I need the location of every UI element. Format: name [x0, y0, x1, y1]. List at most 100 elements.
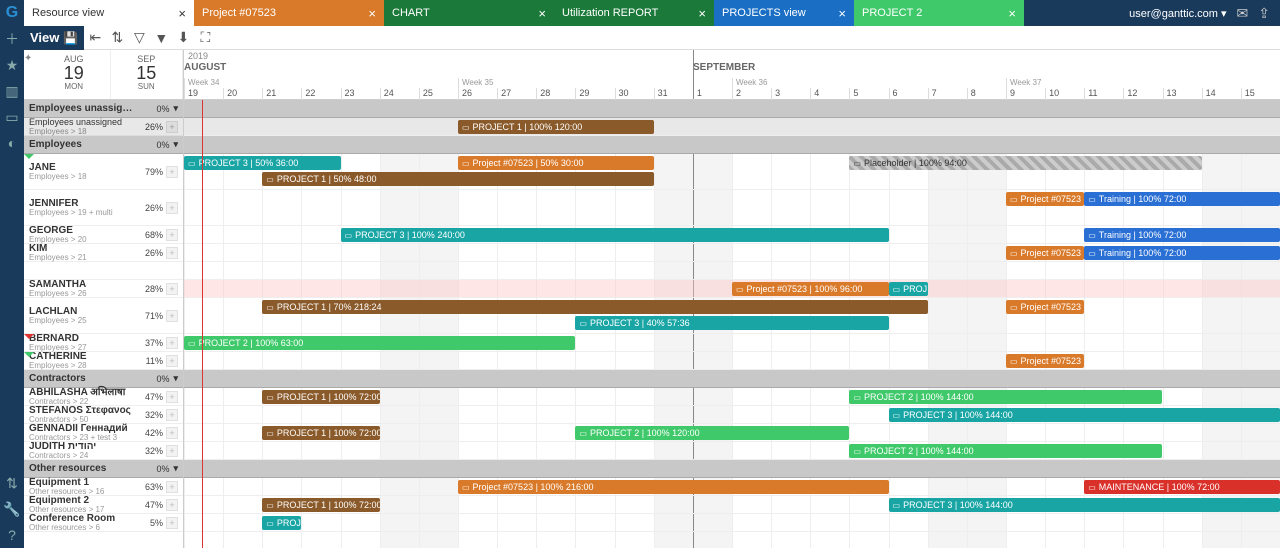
row-3[interactable]: JANEEmployees > 1879%+: [24, 154, 183, 190]
row-13[interactable]: ABHILASHA अभिलाषाContractors > 2247%+: [24, 388, 183, 406]
indent-icon[interactable]: ⇤: [84, 26, 106, 50]
close-icon[interactable]: ×: [1008, 6, 1016, 21]
tab-2[interactable]: CHART×: [384, 0, 554, 26]
chevron-down-icon[interactable]: ▾: [173, 139, 178, 150]
task-bar[interactable]: ▭Project #07523 |…: [1006, 354, 1084, 368]
task-bar[interactable]: ▭PROJECT 2 | 100% 144:00: [849, 390, 1162, 404]
add-task-button[interactable]: +: [166, 337, 178, 349]
row-18[interactable]: Equipment 1Other resources > 1663%+: [24, 478, 183, 496]
export-icon[interactable]: ⬇: [172, 26, 194, 50]
add-task-button[interactable]: +: [166, 310, 178, 322]
task-bar[interactable]: ▭PROJECT 1 | 100% 72:00: [262, 498, 379, 512]
chevron-down-icon[interactable]: ▾: [173, 463, 178, 474]
row-9[interactable]: LACHLANEmployees > 2571%+: [24, 298, 183, 334]
task-bar[interactable]: ▭PROJECT 3 | 40% 57:36: [575, 316, 888, 330]
row-11[interactable]: CATHERINEEmployees > 2811%+: [24, 352, 183, 370]
task-bar[interactable]: ▭Project #07523 |…: [1006, 192, 1084, 206]
row-16[interactable]: JUDITH יהודיתContractors > 2432%+: [24, 442, 183, 460]
task-bar[interactable]: ▭PROJECT 2 | 100% 144:00: [849, 444, 1162, 458]
task-bar[interactable]: ▭Training | 100% 72:00: [1084, 246, 1280, 260]
task-bar[interactable]: ▭PROJECT 3 | 100% 240:00: [341, 228, 889, 242]
filter2-icon[interactable]: ▼: [150, 26, 172, 50]
settings-icon[interactable]: 🔧: [0, 496, 24, 522]
task-bar[interactable]: ▭PROJ…: [262, 516, 301, 530]
chart-icon[interactable]: ▥: [0, 78, 24, 104]
row-20[interactable]: Conference RoomOther resources > 65%+: [24, 514, 183, 532]
task-bar[interactable]: ▭PROJECT 1 | 70% 218:24: [262, 300, 927, 314]
tab-3[interactable]: Utilization REPORT×: [554, 0, 714, 26]
range-settings-icon[interactable]: ✦: [24, 50, 38, 99]
task-bar[interactable]: ▭PROJECT 3 | 100% 144:00: [889, 408, 1280, 422]
row-15[interactable]: GENNADII ГеннадийContractors > 23 + test…: [24, 424, 183, 442]
task-bar[interactable]: ▭Project #07523 |…: [1006, 300, 1084, 314]
task-bar[interactable]: ▭MAINTENANCE | 100% 72:00: [1084, 480, 1280, 494]
add-task-button[interactable]: +: [166, 166, 178, 178]
filter1-icon[interactable]: ▽: [128, 26, 150, 50]
row-6[interactable]: KIMEmployees > 2126%+: [24, 244, 183, 262]
calendar-icon[interactable]: ▭: [0, 104, 24, 130]
task-bar[interactable]: ▭PROJECT 1 | 100% 72:00: [262, 426, 379, 440]
add-task-button[interactable]: +: [166, 409, 178, 421]
start-date[interactable]: AUG 19 MON: [38, 50, 111, 99]
user-label[interactable]: user@ganttic.com ▾: [1129, 7, 1226, 20]
tab-5[interactable]: PROJECT 2×: [854, 0, 1024, 26]
add-task-button[interactable]: +: [166, 391, 178, 403]
task-bar[interactable]: ▭Placeholder | 100% 94:00: [849, 156, 1201, 170]
tab-4[interactable]: PROJECTS view×: [714, 0, 854, 26]
task-bar[interactable]: ▭Project #07523 |…: [1006, 246, 1084, 260]
help-icon[interactable]: ?: [0, 522, 24, 548]
task-bar[interactable]: ▭PROJECT 2 | 100% 63:00: [184, 336, 575, 350]
row-2[interactable]: Employees0%▾: [24, 136, 183, 154]
close-icon[interactable]: ×: [538, 6, 546, 21]
add-task-button[interactable]: +: [166, 445, 178, 457]
task-bar[interactable]: ▭Project #07523 | 100% 96:00: [732, 282, 889, 296]
sort-icon[interactable]: ⇅: [106, 26, 128, 50]
add-task-button[interactable]: +: [166, 247, 178, 259]
star-icon[interactable]: ★: [0, 52, 24, 78]
row-14[interactable]: STEFANOS ΣτεφανοςContractors > 5032%+: [24, 406, 183, 424]
row-10[interactable]: BERNARDEmployees > 2737%+: [24, 334, 183, 352]
usb-icon[interactable]: ⇅: [0, 470, 24, 496]
view-button[interactable]: View 💾: [24, 26, 84, 50]
close-icon[interactable]: ×: [698, 6, 706, 21]
task-bar[interactable]: ▭PROJECT 3 | 50% 36:00: [184, 156, 341, 170]
timeline-body[interactable]: ▭PROJECT 1 | 100% 120:00 ▭PROJECT 3 | 50%…: [184, 100, 1280, 548]
chevron-down-icon[interactable]: ▾: [173, 373, 178, 384]
add-task-button[interactable]: +: [166, 481, 178, 493]
task-bar[interactable]: ▭PROJECT 1 | 100% 120:00: [458, 120, 654, 134]
add-task-button[interactable]: +: [166, 283, 178, 295]
add-task-button[interactable]: +: [166, 121, 178, 133]
end-date[interactable]: SEP 15 SUN: [111, 50, 184, 99]
task-bar[interactable]: ▭Project #07523 | 100% 216:00: [458, 480, 889, 494]
task-bar[interactable]: ▭PROJECT 3 | 100% 144:00: [889, 498, 1280, 512]
task-bar[interactable]: ▭Project #07523 | 50% 30:00: [458, 156, 654, 170]
row-12[interactable]: Contractors0%▾: [24, 370, 183, 388]
row-0[interactable]: Employees unassig…0%▾: [24, 100, 183, 118]
row-4[interactable]: JENNIFEREmployees > 19 + multi26%+: [24, 190, 183, 226]
chevron-down-icon[interactable]: ▾: [173, 103, 178, 114]
tab-1[interactable]: Project #07523×: [194, 0, 384, 26]
add-task-button[interactable]: +: [166, 517, 178, 529]
add-icon[interactable]: ＋: [0, 26, 24, 52]
row-8[interactable]: SAMANTHAEmployees > 2628%+: [24, 280, 183, 298]
add-task-button[interactable]: +: [166, 355, 178, 367]
task-bar[interactable]: ▭Training | 100% 72:00: [1084, 192, 1280, 206]
task-bar[interactable]: ▭Training | 100% 72:00: [1084, 228, 1280, 242]
drop-icon[interactable]: ◐: [0, 130, 24, 156]
add-task-button[interactable]: +: [166, 499, 178, 511]
add-task-button[interactable]: +: [166, 202, 178, 214]
add-task-button[interactable]: +: [166, 427, 178, 439]
close-icon[interactable]: ×: [368, 6, 376, 21]
task-bar[interactable]: ▭PROJECT 1 | 50% 48:00: [262, 172, 653, 186]
task-bar[interactable]: ▭PROJ…: [889, 282, 928, 296]
tab-0[interactable]: Resource view×: [24, 0, 194, 26]
task-bar[interactable]: ▭PROJECT 2 | 100% 120:00: [575, 426, 849, 440]
inbox-icon[interactable]: ✉: [1237, 5, 1249, 22]
close-icon[interactable]: ×: [178, 6, 186, 21]
row-5[interactable]: GEORGEEmployees > 2068%+: [24, 226, 183, 244]
share-icon[interactable]: ⇪: [1258, 5, 1270, 22]
close-icon[interactable]: ×: [838, 6, 846, 21]
row-19[interactable]: Equipment 2Other resources > 1747%+: [24, 496, 183, 514]
fullscreen-icon[interactable]: ⛶: [194, 26, 216, 50]
row-17[interactable]: Other resources0%▾: [24, 460, 183, 478]
